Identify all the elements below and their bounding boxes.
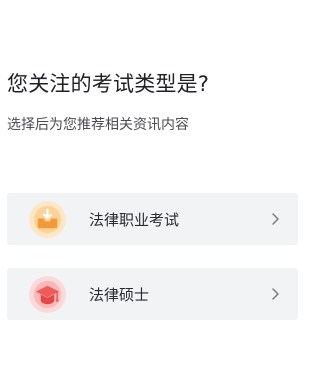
- exam-type-selection-page: 您关注的考试类型是? 选择后为您推荐相关资讯内容 法律职业考试 法律硕士: [0, 0, 308, 390]
- page-subtitle: 选择后为您推荐相关资讯内容: [7, 117, 189, 133]
- page-title: 您关注的考试类型是?: [7, 72, 210, 96]
- option-label: 法律硕士: [89, 286, 150, 304]
- option-label: 法律职业考试: [89, 211, 180, 229]
- option-legal-professional-exam[interactable]: 法律职业考试: [7, 193, 298, 245]
- chevron-right-icon: [272, 288, 279, 300]
- graduation-cap-icon: [29, 276, 66, 313]
- chevron-right-icon: [272, 213, 279, 225]
- inbox-download-icon: [29, 201, 66, 238]
- option-law-master[interactable]: 法律硕士: [7, 268, 298, 320]
